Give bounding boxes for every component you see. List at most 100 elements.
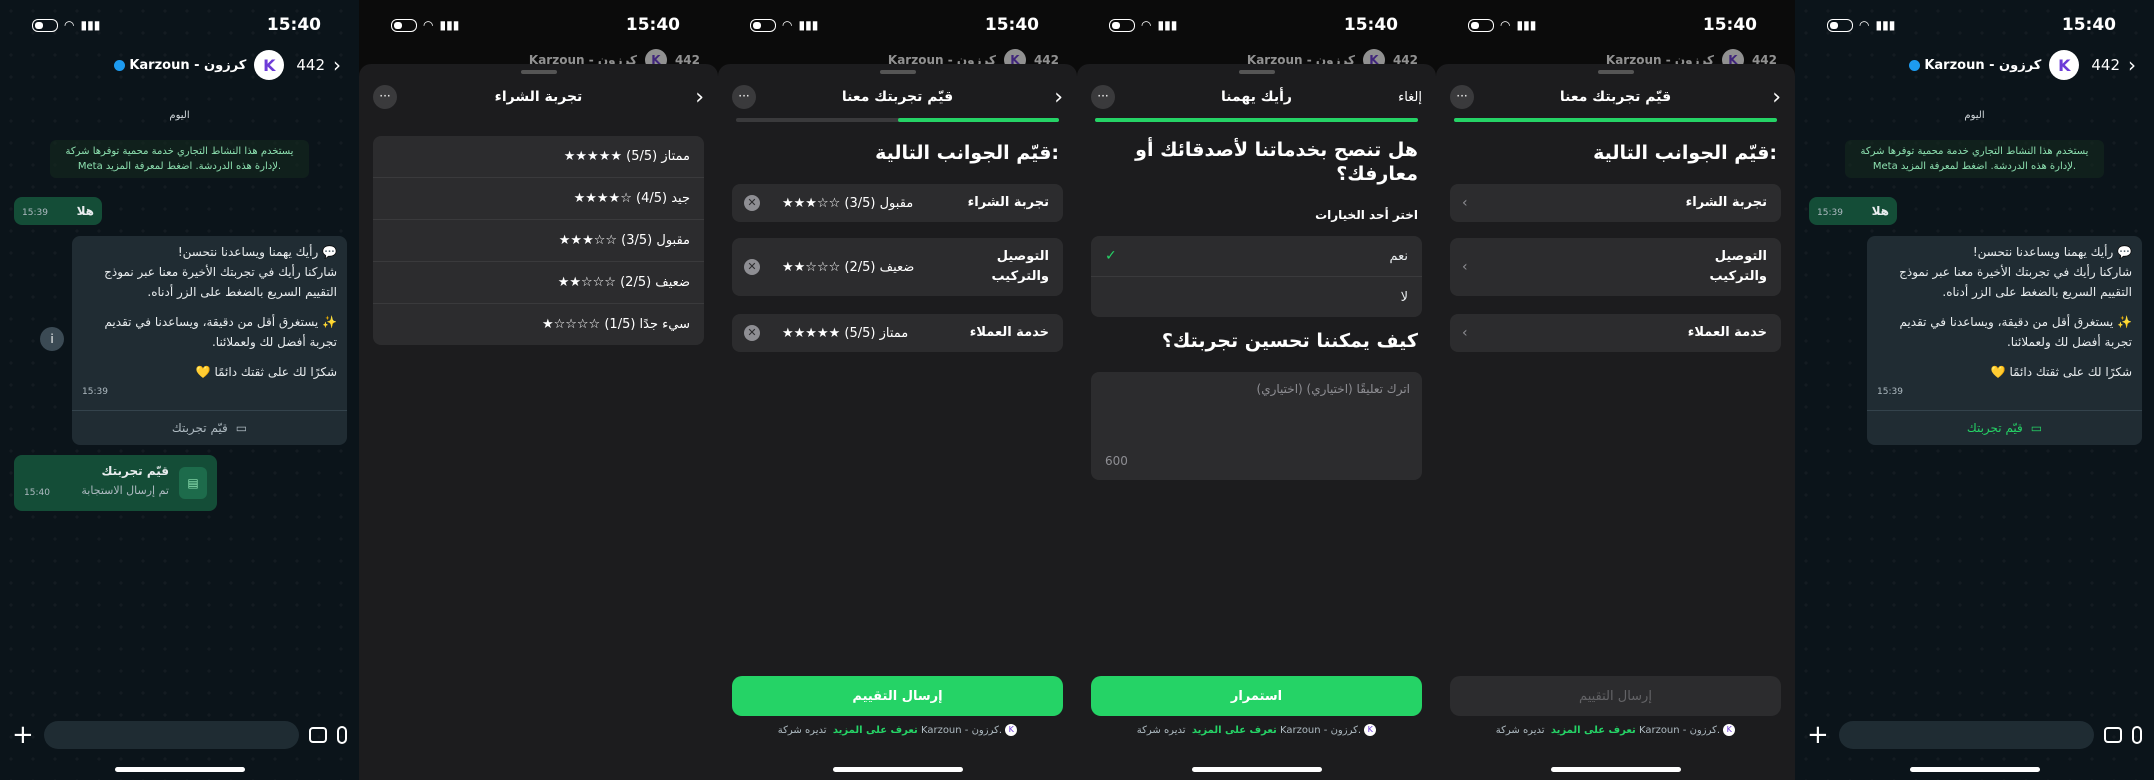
- toggle-icon: [1468, 18, 1494, 32]
- back-chevron-icon[interactable]: ›: [2128, 53, 2136, 77]
- feedback-screen: ◠ ▮▮▮ 15:40 Karzoun - كرزون K 442 ··· رأيك …: [1077, 0, 1436, 780]
- bottom-sheet: ··· تجربة الشراء › ★★★★★ ممتاز (5/5) ★★★…: [359, 64, 718, 780]
- aspect-delivery[interactable]: ✕ ★★☆☆☆ ضعيف (2/5) التوصيل والتركيب: [732, 238, 1063, 296]
- cancel-button[interactable]: إلغاء: [1398, 90, 1422, 105]
- rating-picker-screen: ◠ ▮▮▮ 15:40 Karzoun - كرزون K 442 ··· تجربة…: [359, 0, 718, 780]
- more-icon[interactable]: ···: [1450, 85, 1474, 109]
- clipboard-icon: ▭: [2030, 421, 2043, 435]
- clear-icon[interactable]: ✕: [744, 325, 760, 341]
- composer: +: [0, 710, 359, 760]
- rating-option[interactable]: ★★★★☆ جيد (4/5): [373, 178, 704, 220]
- camera-icon[interactable]: [2104, 727, 2122, 743]
- more-icon[interactable]: ···: [373, 85, 397, 109]
- survey-line: شاركنا رأيك في تجربتك الأخيرة معنا عبر ن…: [104, 265, 337, 279]
- wifi-icon: ◠: [423, 18, 434, 32]
- survey-button[interactable]: قيّم تجربتك ▭: [72, 410, 347, 445]
- chat-header[interactable]: Karzoun - كرزون K 442 ›: [1795, 50, 2154, 80]
- contact-name[interactable]: Karzoun - كرزون: [114, 58, 246, 73]
- back-chevron-icon[interactable]: ›: [333, 53, 341, 77]
- progress-bar: [1454, 118, 1777, 122]
- wifi-icon: ◠: [1500, 18, 1511, 32]
- sheet-grabber[interactable]: [1238, 70, 1275, 74]
- sheet-header: ··· قيّم تجربتك معنا ›: [1450, 82, 1781, 112]
- wifi-icon: ◠: [1859, 18, 1870, 32]
- plus-icon[interactable]: +: [1807, 720, 1829, 750]
- verified-icon: [114, 59, 126, 71]
- aspect-label: خدمة العملاء: [969, 325, 1049, 340]
- more-icon[interactable]: ···: [732, 85, 756, 109]
- option-no[interactable]: لا: [1091, 277, 1422, 317]
- status-bar: ◠ ▮▮▮ 15:40: [1795, 0, 2154, 50]
- karzoun-logo-icon: K: [1723, 724, 1736, 736]
- rating-option[interactable]: ★★☆☆☆ ضعيف (2/5): [373, 262, 704, 304]
- more-icon[interactable]: ···: [1091, 85, 1115, 109]
- rating-option[interactable]: ★★★☆☆ مقبول (3/5): [373, 220, 704, 262]
- aspect-delivery[interactable]: ‹ التوصيل والتركيب: [1450, 238, 1781, 296]
- bottom-sheet: ··· رأيك يهمنا إلغاء هل تنصح بخدماتنا لأ…: [1077, 64, 1436, 780]
- toggle-icon: [32, 18, 58, 32]
- improve-heading: كيف يمكننا تحسين تجربتك؟: [1161, 330, 1418, 352]
- bottom-sheet: ··· قيّم تجربتك معنا › قيّم الجوانب التا…: [1436, 64, 1795, 780]
- status-bar: ◠ ▮▮▮ 15:40: [1436, 0, 1795, 50]
- sheet-title: رأيك يهمنا: [1221, 89, 1292, 105]
- message-time: 15:39: [1877, 387, 1903, 397]
- signal-icon: ▮▮▮: [80, 18, 101, 32]
- clear-icon[interactable]: ✕: [744, 195, 760, 211]
- reply-message[interactable]: ▤ قيّم تجربتك تم إرسال الاستجابة 15:40: [14, 455, 217, 511]
- system-notice[interactable]: يستخدم هذا النشاط التجاري خدمة محمية توف…: [50, 140, 309, 178]
- back-chevron-icon[interactable]: ›: [695, 85, 704, 110]
- verified-icon: [1909, 59, 1921, 71]
- sheet-grabber[interactable]: [1597, 70, 1634, 74]
- aspect-label: تجربة الشراء: [967, 195, 1049, 210]
- signal-icon: ▮▮▮: [1157, 18, 1178, 32]
- rate-aspects-empty-screen: ◠ ▮▮▮ 15:40 Karzoun - كرزون K 442 ··· قيّم …: [1436, 0, 1795, 780]
- signal-icon: ▮▮▮: [1516, 18, 1537, 32]
- contact-avatar[interactable]: K: [2049, 50, 2080, 80]
- chat-header[interactable]: Karzoun - كرزون K 442 ›: [0, 50, 359, 80]
- toggle-icon: [750, 18, 776, 32]
- status-bar: ◠ ▮▮▮ 15:40: [718, 0, 1077, 50]
- sheet-grabber[interactable]: [879, 70, 916, 74]
- rating-option[interactable]: ★☆☆☆☆ سيء جدًا (1/5): [373, 304, 704, 345]
- message-input[interactable]: [1838, 721, 2094, 749]
- system-notice[interactable]: يستخدم هذا النشاط التجاري خدمة محمية توف…: [1845, 140, 2104, 178]
- info-icon[interactable]: i: [40, 327, 64, 351]
- contact-avatar[interactable]: K: [254, 50, 285, 80]
- microphone-icon[interactable]: [2132, 726, 2142, 744]
- microphone-icon[interactable]: [337, 726, 347, 744]
- section-heading: قيّم الجوانب التالية:: [1593, 142, 1777, 164]
- rating-option[interactable]: ★★★★★ ممتاز (5/5): [373, 136, 704, 178]
- learn-more-link[interactable]: تعرف على المزيد: [1192, 725, 1277, 736]
- choose-label: اختر أحد الخيارات: [1315, 208, 1418, 222]
- message-time: 15:40: [24, 488, 50, 498]
- home-indicator: [1550, 767, 1681, 772]
- aspect-purchase[interactable]: ‹ تجربة الشراء: [1450, 184, 1781, 222]
- back-chevron-icon[interactable]: ›: [1054, 85, 1063, 110]
- continue-button[interactable]: استمرار: [1091, 676, 1422, 716]
- sheet-header: ··· تجربة الشراء ›: [373, 82, 704, 112]
- recommend-options: ✓ نعم لا: [1091, 236, 1422, 317]
- clock: 15:40: [1343, 15, 1398, 35]
- clear-icon[interactable]: ✕: [744, 259, 760, 275]
- submit-rating-button[interactable]: إرسال التقييم: [732, 676, 1063, 716]
- signal-icon: ▮▮▮: [1875, 18, 1896, 32]
- message-time: 15:39: [1817, 208, 1843, 218]
- learn-more-link[interactable]: تعرف على المزيد: [1551, 725, 1636, 736]
- aspect-customer-service[interactable]: ✕ ★★★★★ ممتاز (5/5) خدمة العملاء: [732, 314, 1063, 352]
- aspect-purchase[interactable]: ✕ ★★★☆☆ مقبول (3/5) تجربة الشراء: [732, 184, 1063, 222]
- contact-name[interactable]: Karzoun - كرزون: [1909, 58, 2041, 73]
- option-yes[interactable]: ✓ نعم: [1091, 236, 1422, 277]
- toggle-icon: [391, 18, 417, 32]
- learn-more-link[interactable]: تعرف على المزيد: [833, 725, 918, 736]
- chevron-left-icon: ‹: [1462, 259, 1468, 275]
- comment-placeholder: اترك تعليقًا (اختياري) (اختياري): [1256, 382, 1410, 396]
- camera-icon[interactable]: [309, 727, 327, 743]
- message-input[interactable]: [43, 721, 299, 749]
- survey-button[interactable]: قيّم تجربتك ▭: [1867, 410, 2142, 445]
- sheet-grabber[interactable]: [520, 70, 557, 74]
- back-chevron-icon[interactable]: ›: [1772, 85, 1781, 110]
- submit-rating-button[interactable]: إرسال التقييم: [1450, 676, 1781, 716]
- aspect-customer-service[interactable]: ‹ خدمة العملاء: [1450, 314, 1781, 352]
- comment-field[interactable]: اترك تعليقًا (اختياري) (اختياري) 600: [1091, 372, 1422, 480]
- plus-icon[interactable]: +: [12, 720, 34, 750]
